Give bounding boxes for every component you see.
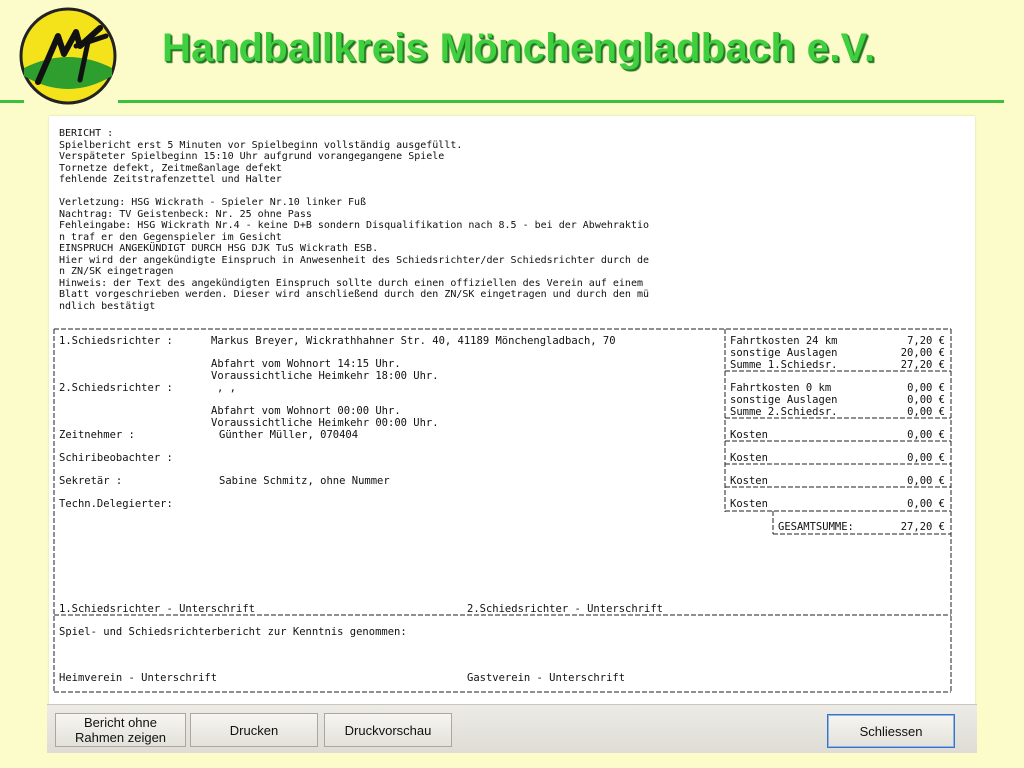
observer-label: Schiribeobachter : xyxy=(59,452,173,464)
header-divider-left xyxy=(0,100,24,103)
report-line: fehlende Zeitstrafenzettel und Halter xyxy=(59,174,282,185)
timekeeper-cost-amount: 0,00 € xyxy=(907,429,945,441)
report-line: Fehleingabe: HSG Wickrath Nr.4 - keine D… xyxy=(59,220,650,231)
timekeeper-label: Zeitnehmer : xyxy=(59,429,135,441)
secretary-label: Sekretär : xyxy=(59,475,123,487)
report-line: Nachtrag: TV Geistenbeck: Nr. 25 ohne Pa… xyxy=(59,208,312,220)
grand-total-label: GESAMTSUMME: xyxy=(778,521,854,533)
timekeeper-value: Günther Müller, 070404 xyxy=(219,429,359,441)
report-document[interactable]: BERICHT : Spielbericht erst 5 Minuten vor… xyxy=(49,116,975,704)
report-line: Tornetze defekt, Zeitmeßanlage defekt xyxy=(59,162,282,174)
secretary-value: Sabine Schmitz, ohne Nummer xyxy=(219,475,390,487)
sr2-other-cost-amount: 0,00 € xyxy=(907,394,945,406)
report-line: ndlich bestätigt xyxy=(59,300,156,312)
report-line: Spielbericht erst 5 Minuten vor Spielbeg… xyxy=(59,139,463,151)
sr1-other-cost-label: sonstige Auslagen xyxy=(730,347,838,359)
show-without-frame-button[interactable]: Bericht ohne Rahmen zeigen xyxy=(55,713,186,747)
sr2-departure: Abfahrt vom Wohnort 00:00 Uhr. xyxy=(211,405,401,417)
sr1-sum-amount: 27,20 € xyxy=(900,359,945,371)
acknowledged-label: Spiel- und Schiedsrichterbericht zur Ken… xyxy=(59,626,407,638)
report-line xyxy=(59,186,649,198)
sr2-sum-label: Summe 2.Schiedsr. xyxy=(730,406,838,418)
club-logo xyxy=(18,6,118,106)
print-preview-button[interactable]: Druckvorschau xyxy=(324,713,452,747)
home-club-signature-label: Heimverein - Unterschrift xyxy=(59,672,218,684)
report-line: n ZN/SK eingetragen xyxy=(59,266,174,277)
sr1-value: Markus Breyer, Wickrathhahner Str. 40, 4… xyxy=(211,335,616,347)
report-line: Blatt vorgeschrieben werden. Dieser wird… xyxy=(59,289,650,300)
sr2-signature-label: 2.Schiedsrichter - Unterschrift xyxy=(467,603,663,615)
report-line: EINSPRUCH ANGEKÜNDIGT DURCH HSG DJK TuS … xyxy=(59,243,379,254)
sr2-label: 2.Schiedsrichter : xyxy=(59,382,173,394)
sr2-travel-cost-amount: 0,00 € xyxy=(907,382,945,394)
sr2-travel-cost-label: Fahrtkosten 0 km xyxy=(730,382,832,394)
sr1-travel-cost-label: Fahrtkosten 24 km xyxy=(730,335,838,347)
report-text: BERICHT : Spielbericht erst 5 Minuten vor… xyxy=(59,128,649,312)
sr1-return: Voraussichtliche Heimkehr 18:00 Uhr. xyxy=(211,370,439,382)
guest-club-signature-label: Gastverein - Unterschrift xyxy=(467,672,626,684)
sr2-sum-amount: 0,00 € xyxy=(907,406,945,418)
observer-cost-amount: 0,00 € xyxy=(907,452,945,464)
report-line: n traf er den Gegenspieler im Gesicht xyxy=(59,231,282,243)
officials-cost-table: 1.Schiedsrichter : Markus Breyer, Wickra… xyxy=(49,326,975,701)
sr1-travel-cost-amount: 7,20 € xyxy=(907,335,945,347)
print-button[interactable]: Drucken xyxy=(190,713,318,747)
sr1-departure: Abfahrt vom Wohnort 14:15 Uhr. xyxy=(211,358,401,370)
secretary-cost-label: Kosten xyxy=(730,475,768,487)
close-button[interactable]: Schliessen xyxy=(827,714,955,748)
sr2-return: Voraussichtliche Heimkehr 00:00 Uhr. xyxy=(211,417,439,429)
report-line: Verletzung: HSG Wickrath - Spieler Nr.10… xyxy=(59,197,367,208)
sr2-other-cost-label: sonstige Auslagen xyxy=(730,394,838,406)
sr1-label: 1.Schiedsrichter : xyxy=(59,335,173,347)
report-line: Verspäteter Spielbeginn 15:10 Uhr aufgru… xyxy=(59,151,445,162)
tech-delegate-label: Techn.Delegierter: xyxy=(59,498,173,510)
secretary-cost-amount: 0,00 € xyxy=(907,475,945,487)
grand-total-amount: 27,20 € xyxy=(900,521,945,533)
sr1-sum-label: Summe 1.Schiedsr. xyxy=(730,359,838,371)
bottom-toolbar: Bericht ohne Rahmen zeigen Drucken Druck… xyxy=(47,704,977,753)
delegate-cost-label: Kosten xyxy=(730,498,768,510)
delegate-cost-amount: 0,00 € xyxy=(907,498,945,510)
report-line: Hinweis: der Text des angekündigten Eins… xyxy=(59,277,643,289)
sr2-value: , , xyxy=(217,382,236,394)
timekeeper-cost-label: Kosten xyxy=(730,429,768,441)
sr1-other-cost-amount: 20,00 € xyxy=(900,347,945,359)
header-divider-right xyxy=(118,100,1004,103)
sr1-signature-label: 1.Schiedsrichter - Unterschrift xyxy=(59,603,255,615)
report-line: BERICHT : xyxy=(59,128,114,139)
table-frame xyxy=(53,328,952,693)
observer-cost-label: Kosten xyxy=(730,452,768,464)
report-line: Hier wird der angekündigte Einspruch in … xyxy=(59,254,650,266)
page-title: Handballkreis Mönchengladbach e.V. xyxy=(162,26,876,70)
